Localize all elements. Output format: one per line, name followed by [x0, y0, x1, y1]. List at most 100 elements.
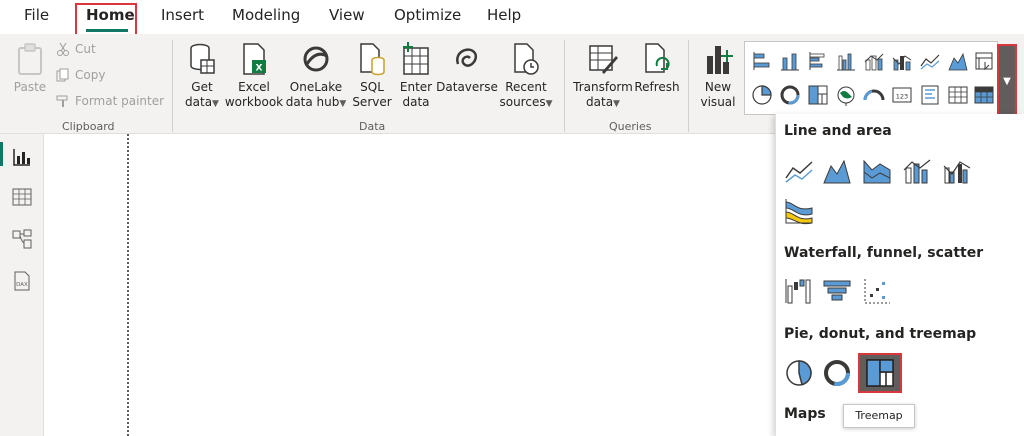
get-data-label-1: Get [191, 80, 213, 94]
card-icon[interactable]: 123 [891, 84, 913, 106]
line-clustered-column-icon[interactable] [942, 156, 972, 186]
new-visual-icon [707, 46, 733, 74]
refresh-icon [645, 43, 670, 73]
refresh-button[interactable]: Refresh [634, 42, 680, 95]
line-chart-icon[interactable] [784, 156, 814, 186]
data-group-label: Data [359, 120, 386, 133]
separator [172, 40, 173, 132]
excel-label-1: Excel [238, 80, 270, 94]
waterfall-funnel-scatter-heading: Waterfall, funnel, scatter [784, 245, 984, 261]
new-visual-label-2: visual [700, 95, 736, 109]
paste-button[interactable]: Paste [10, 42, 50, 95]
get-data-button[interactable]: Get data▼ [180, 42, 224, 112]
tab-file[interactable]: File [24, 6, 49, 24]
area-chart-icon[interactable] [947, 50, 969, 72]
map-icon[interactable] [835, 84, 857, 106]
excel-workbook-button[interactable]: X Excel workbook [224, 42, 284, 110]
table-view-icon[interactable] [11, 186, 33, 208]
stacked-bar-chart-icon[interactable] [751, 50, 773, 72]
cut-label: Cut [75, 42, 96, 56]
database-icon [190, 43, 215, 74]
gallery-more-button[interactable]: ▼ [997, 44, 1017, 116]
home-tab-highlight [75, 3, 137, 36]
new-visual-label-1: New [704, 80, 732, 94]
format-painter-button[interactable]: Format painter [56, 94, 164, 108]
treemap-icon[interactable] [807, 84, 829, 106]
transform-label-1: Transform [573, 80, 633, 94]
line-stacked-column-icon[interactable] [863, 50, 885, 72]
copy-button[interactable]: Copy [56, 68, 105, 82]
clustered-column-chart-icon[interactable] [835, 50, 857, 72]
pie-chart-icon[interactable] [784, 358, 814, 388]
onelake-label-2: data hub [285, 95, 340, 109]
report-canvas[interactable] [45, 134, 775, 436]
recent-label-2: sources [499, 95, 546, 109]
onelake-data-hub-button[interactable]: OneLake data hub▼ [284, 42, 348, 112]
line-chart-icon[interactable] [919, 50, 941, 72]
paste-label: Paste [13, 80, 47, 94]
onelake-icon [303, 46, 329, 72]
multi-row-card-icon[interactable] [919, 84, 941, 106]
transform-label-2: data [586, 95, 614, 109]
dataverse-icon [456, 48, 478, 67]
enter-data-button[interactable]: Enter data [396, 42, 436, 110]
waterfall-chart-icon[interactable] [784, 276, 814, 306]
canvas-boundary [127, 134, 129, 436]
onelake-label-1: OneLake [289, 80, 343, 94]
power-bi-desktop: File Home Insert Modeling View Optimize … [0, 0, 1024, 436]
excel-label-2: workbook [224, 95, 284, 109]
sql-label-1: SQL [360, 80, 384, 94]
tab-view[interactable]: View [329, 6, 365, 24]
new-visual-button[interactable]: New visual [696, 42, 740, 110]
sql-server-button[interactable]: SQL Server [350, 42, 394, 110]
scatter-chart-icon[interactable] [862, 276, 892, 306]
ribbon-chart-icon[interactable] [973, 50, 995, 72]
tab-help[interactable]: Help [487, 6, 521, 24]
funnel-chart-icon[interactable] [822, 276, 852, 306]
gauge-icon[interactable] [863, 84, 885, 106]
visuals-gallery: 123 [744, 41, 998, 115]
queries-group-label: Queries [609, 120, 652, 133]
transform-data-button[interactable]: Transform data▼ [572, 42, 634, 112]
active-view-indicator [0, 142, 3, 166]
separator [688, 40, 689, 132]
svg-text:123: 123 [896, 93, 908, 101]
sql-server-icon [360, 43, 385, 76]
treemap-tooltip: Treemap [843, 404, 915, 428]
chevron-down-icon: ▼ [613, 99, 620, 109]
dax-query-view-icon[interactable]: DAX [11, 270, 33, 292]
clustered-bar-chart-icon[interactable] [807, 50, 829, 72]
matrix-icon[interactable] [973, 84, 995, 106]
svg-text:X: X [256, 64, 263, 74]
transform-icon [589, 45, 618, 74]
paste-icon [18, 43, 42, 75]
ribbon-chart-icon[interactable] [784, 196, 814, 226]
treemap-icon [866, 359, 894, 387]
sql-label-2: Server [352, 95, 392, 109]
excel-icon: X [243, 43, 266, 75]
dataverse-button[interactable]: Dataverse [436, 42, 498, 95]
refresh-label: Refresh [634, 80, 680, 94]
area-chart-icon[interactable] [822, 156, 852, 186]
donut-chart-icon[interactable] [779, 84, 801, 106]
tab-modeling[interactable]: Modeling [232, 6, 300, 24]
donut-chart-icon[interactable] [822, 358, 852, 388]
line-clustered-column-icon[interactable] [891, 50, 913, 72]
scissors-icon [57, 42, 69, 56]
line-stacked-column-icon[interactable] [902, 156, 932, 186]
view-rail: DAX [0, 134, 44, 436]
stacked-column-chart-icon[interactable] [779, 50, 801, 72]
report-view-icon[interactable] [11, 146, 33, 168]
recent-sources-icon [514, 43, 539, 75]
tab-insert[interactable]: Insert [161, 6, 204, 24]
line-and-area-heading: Line and area [784, 123, 892, 139]
format-painter-label: Format painter [75, 94, 165, 108]
pie-chart-icon[interactable] [751, 84, 773, 106]
recent-sources-button[interactable]: Recent sources▼ [498, 42, 554, 112]
cut-button[interactable]: Cut [56, 42, 96, 56]
stacked-area-chart-icon[interactable] [862, 156, 892, 186]
model-view-icon[interactable] [11, 228, 33, 250]
tab-optimize[interactable]: Optimize [394, 6, 461, 24]
table-icon[interactable] [947, 84, 969, 106]
treemap-button[interactable] [858, 353, 902, 393]
